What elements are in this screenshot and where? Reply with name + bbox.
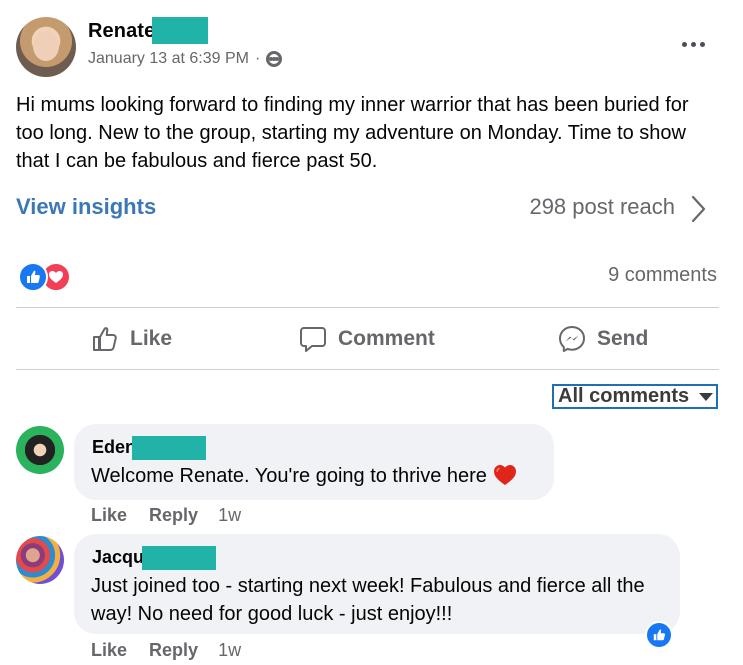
comment-text: Welcome Renate. You're going to thrive h… xyxy=(91,462,517,490)
heart-icon xyxy=(493,465,516,485)
comment-actions: Like Reply 1w xyxy=(91,505,241,526)
comment-like-button[interactable]: Like xyxy=(91,640,127,661)
meta-separator: · xyxy=(254,50,261,67)
comment-time[interactable]: 1w xyxy=(218,505,241,526)
comment-body: Just joined too - starting next week! Fa… xyxy=(91,575,645,625)
redaction-block xyxy=(132,436,206,460)
like-reaction-icon xyxy=(18,262,48,292)
commenter-avatar[interactable] xyxy=(16,426,64,474)
more-dot xyxy=(681,41,687,47)
comment-actions: Like Reply 1w xyxy=(91,640,241,661)
like-label: Like xyxy=(130,327,173,350)
comment-like-reaction-icon[interactable] xyxy=(645,621,673,649)
more-options-button[interactable] xyxy=(677,29,709,59)
comment-icon xyxy=(300,327,326,352)
divider xyxy=(16,369,719,370)
post-meta: January 13 at 6:39 PM · xyxy=(88,50,283,68)
group-icon xyxy=(266,51,283,67)
redaction-block xyxy=(142,546,216,570)
commenter-name[interactable]: Eden xyxy=(92,437,136,458)
redaction-block xyxy=(152,17,208,44)
post-reach[interactable]: 298 post reach xyxy=(529,194,675,220)
post-timestamp[interactable]: January 13 at 6:39 PM xyxy=(88,50,249,68)
thumbs-up-icon xyxy=(93,327,117,351)
commenter-name[interactable]: Jacqui xyxy=(92,547,149,568)
reaction-summary[interactable] xyxy=(18,262,78,292)
more-dot xyxy=(690,41,696,47)
author-name[interactable]: Renate xyxy=(88,20,155,43)
like-button[interactable]: Like xyxy=(90,320,172,358)
divider xyxy=(16,307,719,308)
comment-body: Welcome Renate. You're going to thrive h… xyxy=(91,465,487,487)
caret-down-icon xyxy=(699,392,714,401)
comment-filter-label: All comments xyxy=(558,385,690,407)
comment-time[interactable]: 1w xyxy=(218,640,241,661)
more-dot xyxy=(699,41,705,47)
post-text: Hi mums looking forward to finding my in… xyxy=(16,94,689,172)
send-button[interactable]: Send xyxy=(557,320,648,358)
view-insights-link[interactable]: View insights xyxy=(16,194,156,220)
comment-reply-button[interactable]: Reply xyxy=(149,640,198,661)
avatar-face xyxy=(33,31,59,61)
comment-count[interactable]: 9 comments xyxy=(608,264,717,287)
comment-label: Comment xyxy=(338,327,435,350)
comment-reply-button[interactable]: Reply xyxy=(149,505,198,526)
comment-filter-dropdown[interactable]: All comments xyxy=(552,384,718,409)
chevron-right-icon[interactable] xyxy=(683,194,713,224)
author-avatar[interactable] xyxy=(16,17,76,77)
comment-bubble: Jacqui Just joined too - starting next w… xyxy=(74,534,680,634)
comment-bubble: Eden Welcome Renate. You're going to thr… xyxy=(74,424,554,500)
comment-button[interactable]: Comment xyxy=(298,320,435,358)
comment-like-button[interactable]: Like xyxy=(91,505,127,526)
commenter-avatar[interactable] xyxy=(16,536,64,584)
messenger-icon xyxy=(559,326,585,352)
send-label: Send xyxy=(597,327,649,350)
